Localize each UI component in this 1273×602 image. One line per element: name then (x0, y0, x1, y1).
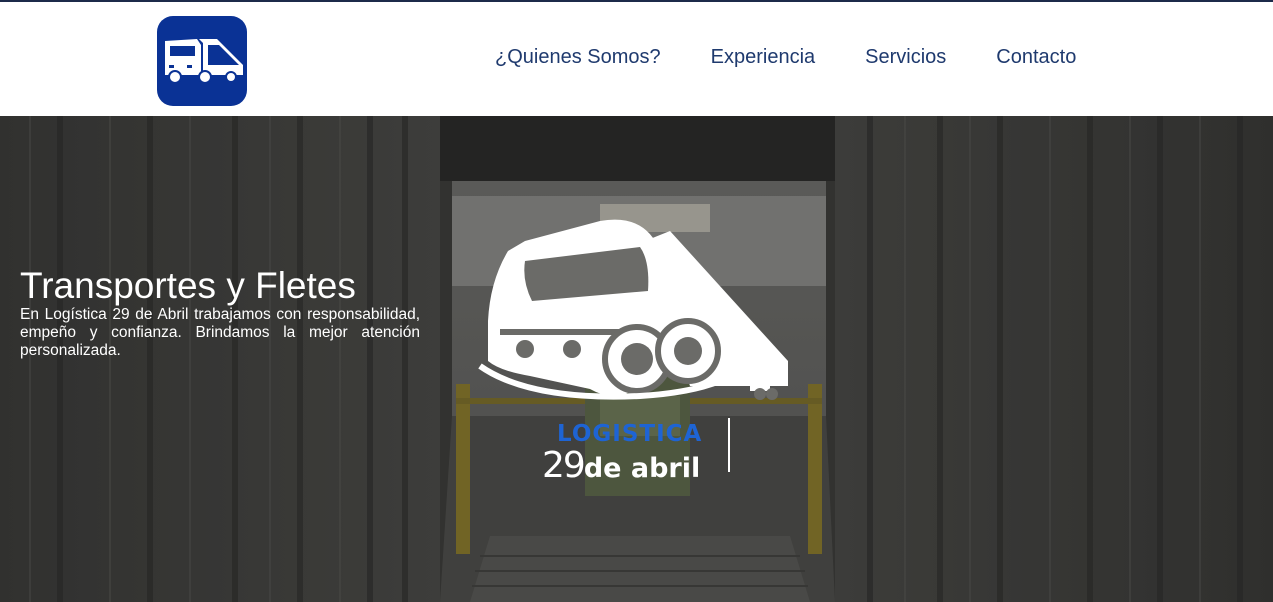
nav-link-contacto[interactable]: Contacto (971, 46, 1101, 69)
brand-date-number: 29 (542, 445, 586, 486)
site-logo[interactable] (157, 16, 247, 106)
hero-section: Transportes y Fletes En Logística 29 de … (0, 116, 1273, 602)
brand-wordmark-logistica: LOGISTICA (557, 421, 703, 447)
nav-link-servicios[interactable]: Servicios (840, 46, 971, 69)
site-header: ¿Quienes Somos? Experiencia Servicios Co… (0, 2, 1273, 116)
nav-link-quienes-somos[interactable]: ¿Quienes Somos? (470, 46, 686, 69)
hero-title: Transportes y Fletes (20, 265, 356, 306)
nav-link-experiencia[interactable]: Experiencia (686, 46, 841, 69)
main-nav: ¿Quienes Somos? Experiencia Servicios Co… (470, 2, 1101, 116)
truck-logo-icon (165, 39, 243, 84)
brand-divider-bar (728, 418, 730, 472)
brand-wordmark-date: 29de abril (542, 446, 700, 492)
hero-description: En Logística 29 de Abril trabajamos con … (20, 306, 420, 359)
brand-date-words: de abril (583, 453, 701, 484)
hero-text-block: Transportes y Fletes En Logística 29 de … (20, 266, 420, 360)
